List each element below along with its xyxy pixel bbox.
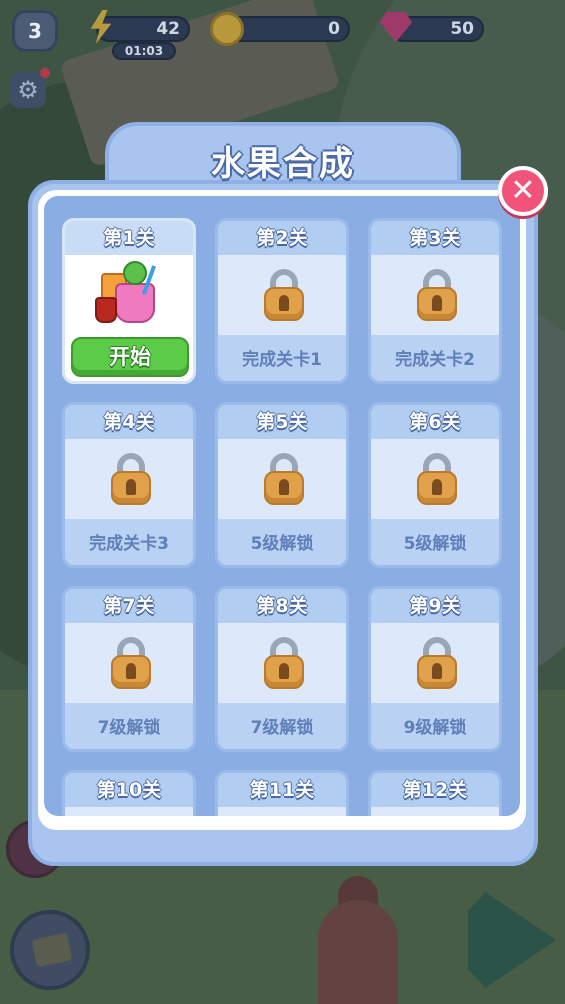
coin-value: 0: [328, 19, 340, 39]
level-card[interactable]: 第3关完成关卡2: [368, 218, 502, 384]
unlock-requirement: 完成关卡1: [218, 335, 346, 381]
player-level-value: 3: [28, 19, 42, 43]
padlock-icon: [264, 453, 304, 509]
level-card[interactable]: 第8关 7级解锁: [215, 586, 349, 752]
fruit-drink-icon: [95, 261, 169, 329]
level-card[interactable]: 第9关 9级解锁: [368, 586, 502, 752]
level-card-title: 第10关: [65, 773, 193, 807]
level-grid[interactable]: 第1关 开始 第2关 完成关卡1 第3关 完成关卡2 第4关 完成关卡3 第5关 5级解锁 第6关 5…: [44, 196, 520, 816]
gem-value: 50: [450, 19, 474, 39]
level-card-title: 第5关: [218, 405, 346, 439]
padlock-icon: [417, 637, 457, 693]
padlock-part: [279, 479, 289, 495]
unlock-requirement: 完成关卡3: [65, 519, 193, 565]
level-card-title: 第8关: [218, 589, 346, 623]
level-card-title: 第1关: [65, 221, 193, 255]
level-card-art-area: [371, 807, 499, 816]
padlock-icon: [264, 269, 304, 325]
level-card-title: 第2关: [218, 221, 346, 255]
padlock-part: [126, 663, 136, 679]
level-card[interactable]: 第6关 5级解锁: [368, 402, 502, 568]
notification-dot: [40, 68, 50, 78]
level-card-title: 第11关: [218, 773, 346, 807]
unlock-requirement: 7级解锁: [65, 703, 193, 749]
padlock-icon: [111, 453, 151, 509]
level-card[interactable]: 第10关: [62, 770, 196, 816]
gear-icon: ⚙: [17, 76, 39, 104]
level-card-title: 第3关: [371, 221, 499, 255]
unlock-requirement: 5级解锁: [218, 519, 346, 565]
padlock-icon: [417, 453, 457, 509]
fruit-drink-part: [95, 297, 117, 323]
energy-counter: 42: [96, 16, 190, 42]
padlock-part: [279, 295, 289, 311]
energy-timer: 01:03: [112, 42, 176, 60]
level-card[interactable]: 第11关: [215, 770, 349, 816]
level-card-art-area: [218, 807, 346, 816]
level-card-title: 第12关: [371, 773, 499, 807]
level-card[interactable]: 第5关 5级解锁: [215, 402, 349, 568]
dialog-title: 水果合成: [211, 144, 355, 184]
padlock-part: [432, 295, 442, 311]
level-card-art-area: [65, 807, 193, 816]
coin-icon: [210, 12, 244, 46]
start-level-button[interactable]: 开始: [71, 337, 189, 377]
padlock-part: [126, 479, 136, 495]
level-card-title: 第9关: [371, 589, 499, 623]
fruit-drink-part: [115, 283, 155, 323]
unlock-requirement: 7级解锁: [218, 703, 346, 749]
level-card[interactable]: 第4关完成关卡3: [62, 402, 196, 568]
padlock-icon: [111, 637, 151, 693]
fruit-drink-part: [123, 261, 147, 285]
close-icon: ✕: [510, 173, 536, 208]
unlock-requirement: 9级解锁: [371, 703, 499, 749]
level-card[interactable]: 第12关: [368, 770, 502, 816]
unlock-requirement: 完成关卡2: [371, 335, 499, 381]
padlock-part: [432, 479, 442, 495]
padlock-icon: [417, 269, 457, 325]
close-button[interactable]: ✕: [498, 166, 548, 216]
settings-button: ⚙: [10, 72, 46, 108]
padlock-part: [279, 663, 289, 679]
level-card[interactable]: 第1关开始: [62, 218, 196, 384]
unlock-requirement: 5级解锁: [371, 519, 499, 565]
level-card[interactable]: 第7关 7级解锁: [62, 586, 196, 752]
level-card[interactable]: 第2关完成关卡1: [215, 218, 349, 384]
player-level-badge: 3: [12, 10, 58, 52]
level-card-title: 第7关: [65, 589, 193, 623]
energy-value: 42: [156, 19, 180, 39]
padlock-part: [432, 663, 442, 679]
level-card-title: 第6关: [371, 405, 499, 439]
level-card-title: 第4关: [65, 405, 193, 439]
padlock-icon: [264, 637, 304, 693]
